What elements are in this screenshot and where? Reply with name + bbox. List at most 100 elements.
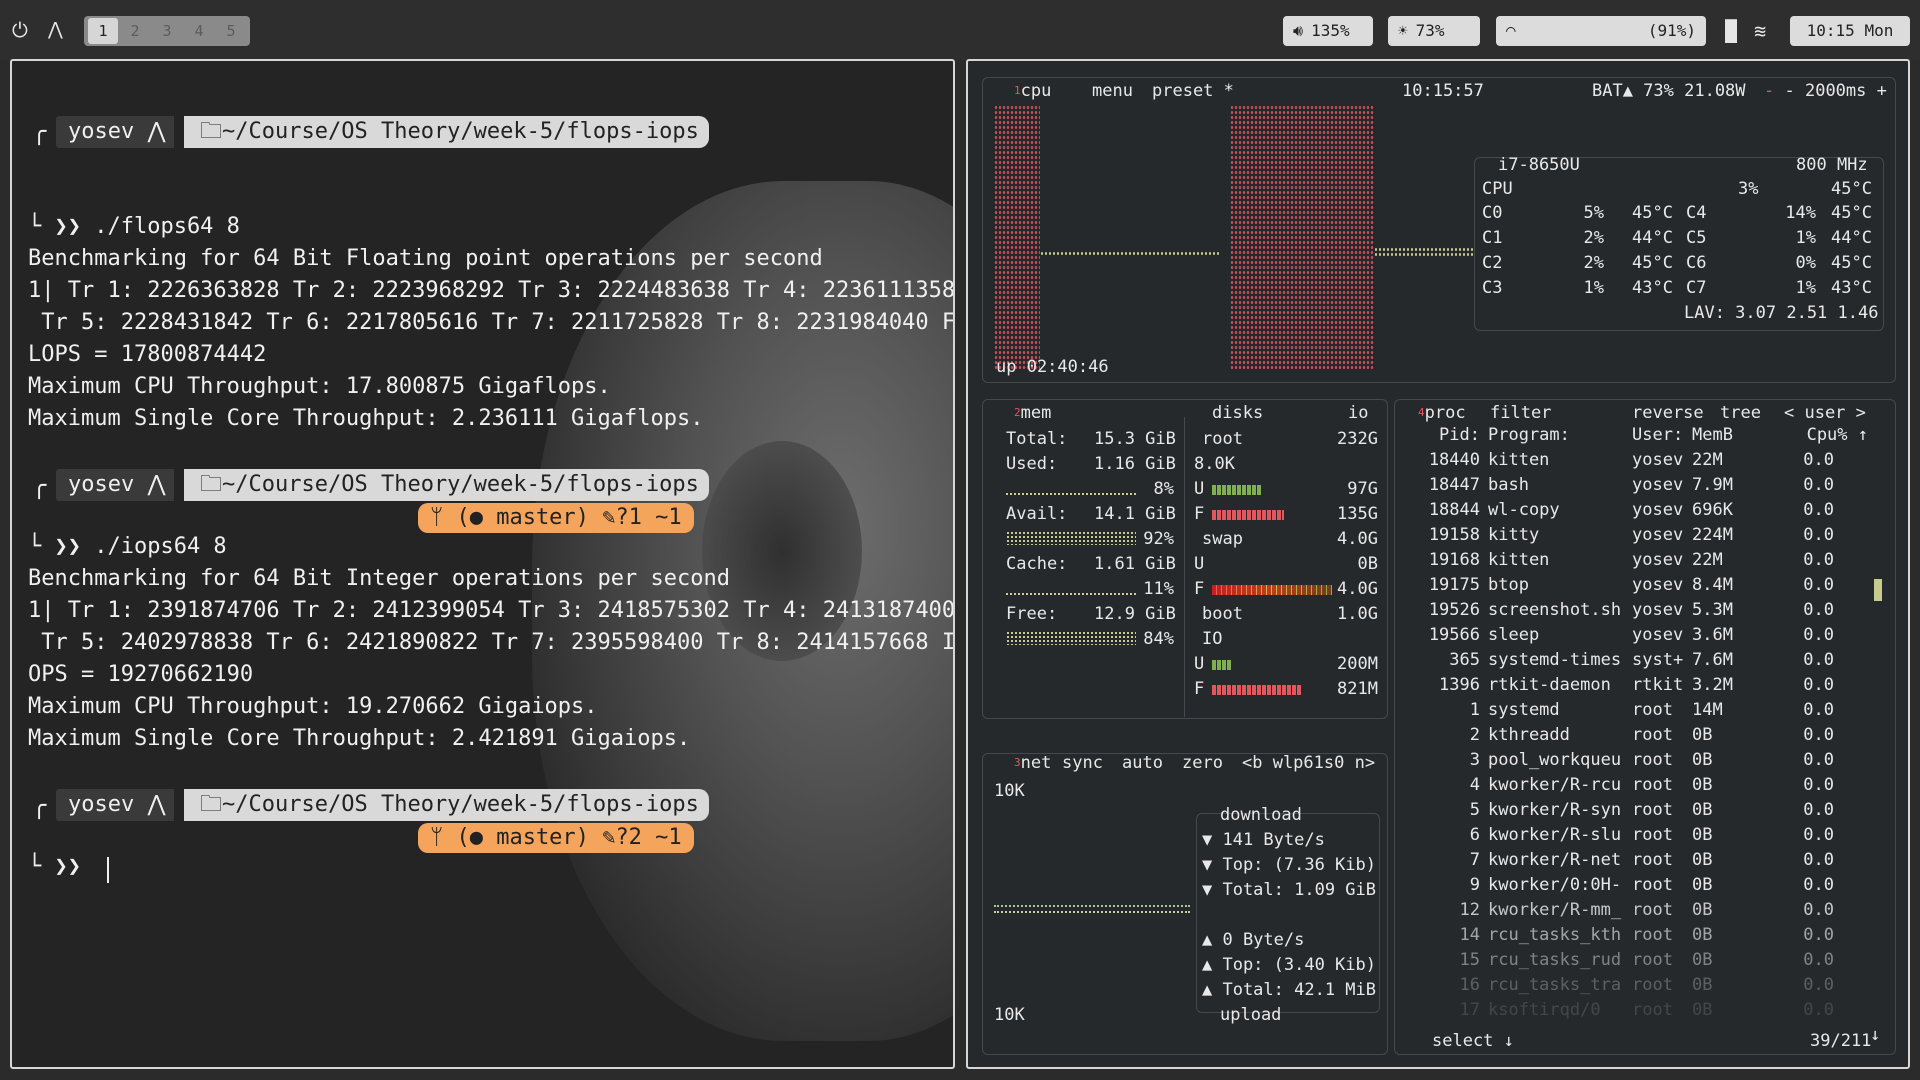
process-row[interactable]: 17 ksoftirqd/0 root 0B 0.0 bbox=[1428, 998, 1868, 1023]
arch-logo-icon: ⋀ bbox=[147, 119, 166, 144]
col-program[interactable]: Program: bbox=[1480, 423, 1632, 448]
net-sync-toggle[interactable]: sync bbox=[1062, 753, 1103, 773]
wifi-widget[interactable]: ◠ (91%) bbox=[1496, 16, 1706, 46]
disks-title[interactable]: disks bbox=[1212, 403, 1263, 423]
process-row[interactable]: 6 kworker/R-slu root 0B 0.0 bbox=[1428, 823, 1868, 848]
scroll-down-icon[interactable]: ↓ bbox=[1870, 1025, 1880, 1045]
output-line: Benchmarking for 64 Bit Floating point o… bbox=[28, 246, 823, 271]
mem-box-title[interactable]: 2mem bbox=[1014, 403, 1051, 423]
process-memory: 0B bbox=[1692, 750, 1713, 770]
cpu-preset-button[interactable]: preset * bbox=[1152, 81, 1234, 101]
cpu-core-label: C4 bbox=[1686, 203, 1707, 223]
cpu-core-temp: 45°C bbox=[1831, 253, 1872, 273]
process-memory: 7.6M bbox=[1692, 650, 1733, 670]
mem-total-label: Total: bbox=[1006, 429, 1068, 449]
process-row[interactable]: 16 rcu_tasks_tra root 0B 0.0 bbox=[1428, 973, 1868, 998]
mem-used-meter bbox=[1006, 481, 1136, 495]
bar-chart-icon[interactable]: ▐▌ bbox=[1719, 19, 1743, 43]
prompt-path: 🗀︎~/Course/OS Theory/week-5/flops-iops bbox=[184, 469, 709, 501]
mem-avail-value: 14.1 GiB bbox=[1094, 504, 1176, 524]
proc-tree-toggle[interactable]: tree bbox=[1720, 403, 1761, 423]
prompt-path: 🗀︎~/Course/OS Theory/week-5/flops-iops bbox=[184, 789, 709, 821]
workspace-5[interactable]: 5 bbox=[216, 18, 246, 44]
proc-scrollbar-thumb[interactable] bbox=[1874, 579, 1882, 601]
wifi-icon: ◠ bbox=[1506, 21, 1516, 40]
process-row[interactable]: 12 kworker/R-mm_ root 0B 0.0 bbox=[1428, 898, 1868, 923]
git-status-badge: ᛘ (● master) ✎?2 ~1 bbox=[418, 823, 694, 853]
clock[interactable]: 10:15 Mon bbox=[1790, 16, 1910, 46]
io-toggle[interactable]: io bbox=[1348, 403, 1368, 423]
cpu-box-title[interactable]: 1cpu bbox=[1014, 81, 1051, 101]
workspace-3[interactable]: 3 bbox=[152, 18, 182, 44]
btop-window[interactable]: 1cpu menu preset * 10:15:57 BAT▲ 73% 21.… bbox=[966, 59, 1910, 1069]
process-memory: 0B bbox=[1692, 900, 1713, 920]
process-row[interactable]: 19158 kitty yosev 224M 0.0 bbox=[1428, 523, 1868, 548]
process-pid: 3 bbox=[1469, 750, 1480, 770]
process-program: rtkit-daemon bbox=[1488, 675, 1611, 695]
prompt-user: yosev ⋀ bbox=[56, 116, 174, 148]
proc-sort-selector[interactable]: < user > bbox=[1784, 403, 1866, 423]
proc-select-hint[interactable]: select ↓ bbox=[1432, 1031, 1514, 1051]
update-interval[interactable]: - - 2000ms + bbox=[1764, 81, 1887, 101]
mem-cache-pct: 11% bbox=[1143, 579, 1174, 599]
process-row[interactable]: 9 kworker/0:0H-root 0B 0.0 bbox=[1428, 873, 1868, 898]
mem-used-label: Used: bbox=[1006, 454, 1058, 474]
process-user: yosev bbox=[1632, 600, 1684, 620]
net-interface-selector[interactable]: <b wlp61s0 n> bbox=[1242, 753, 1375, 773]
power-icon[interactable]: ⏻ bbox=[12, 18, 28, 42]
disk-swap-used: 0B bbox=[1357, 554, 1378, 574]
process-row[interactable]: 4 kworker/R-rcu root 0B 0.0 bbox=[1428, 773, 1868, 798]
process-pid: 19168 bbox=[1428, 550, 1480, 570]
workspace-1[interactable]: 1 bbox=[88, 18, 118, 44]
process-program: rcu_tasks_tra bbox=[1488, 975, 1622, 995]
process-cpu: 0.0 bbox=[1803, 600, 1834, 620]
process-row[interactable]: 7 kworker/R-net root 0B 0.0 bbox=[1428, 848, 1868, 873]
mem-avail-label: Avail: bbox=[1006, 504, 1068, 524]
arch-logo-icon[interactable]: ⋀ bbox=[48, 18, 63, 42]
process-row[interactable]: 19526 screenshot.sh yosev 5.3M 0.0 bbox=[1428, 598, 1868, 623]
process-row[interactable]: 1396 rtkit-daemon rtkit 3.2M 0.0 bbox=[1428, 673, 1868, 698]
terminal-window[interactable]: ╭ yosev ⋀ 🗀︎~/Course/OS Theory/week-5/fl… bbox=[10, 59, 955, 1069]
process-row[interactable]: 2 kthreadd root 0B 0.0 bbox=[1428, 723, 1868, 748]
process-row[interactable]: 19175 btop yosev 8.4M 0.0 bbox=[1428, 573, 1868, 598]
workspace-2[interactable]: 2 bbox=[120, 18, 150, 44]
process-row[interactable]: 1 systemd root 14M 0.0 bbox=[1428, 698, 1868, 723]
col-memory[interactable]: MemB bbox=[1692, 423, 1762, 448]
proc-filter-button[interactable]: filter bbox=[1490, 403, 1551, 423]
process-program: kitten bbox=[1488, 450, 1550, 470]
process-row[interactable]: 15 rcu_tasks_rud root 0B 0.0 bbox=[1428, 948, 1868, 973]
proc-box-title[interactable]: 4proc bbox=[1418, 403, 1466, 423]
proc-reverse-toggle[interactable]: reverse bbox=[1632, 403, 1704, 423]
process-row[interactable]: 365 systemd-times syst+ 7.6M 0.0 bbox=[1428, 648, 1868, 673]
process-row[interactable]: 14 rcu_tasks_kth root 0B 0.0 bbox=[1428, 923, 1868, 948]
net-auto-toggle[interactable]: auto bbox=[1122, 753, 1163, 773]
process-row[interactable]: 18447 bash yosev 7.9M 0.0 bbox=[1428, 473, 1868, 498]
command-line-input[interactable]: └ ❯❯ bbox=[28, 851, 94, 883]
workspace-4[interactable]: 4 bbox=[184, 18, 214, 44]
process-row[interactable]: 5 kworker/R-syn root 0B 0.0 bbox=[1428, 798, 1868, 823]
net-zero-toggle[interactable]: zero bbox=[1182, 753, 1223, 773]
process-program: systemd-times bbox=[1488, 650, 1622, 670]
brightness-widget[interactable]: ☀ 73% bbox=[1388, 16, 1480, 46]
col-cpu[interactable]: Cpu% ↑ bbox=[1762, 423, 1868, 448]
cpu-core-label: C3 bbox=[1482, 278, 1503, 298]
disk-root-used-meter bbox=[1212, 485, 1262, 495]
net-box-title[interactable]: 3net bbox=[1014, 753, 1051, 773]
process-pid: 7 bbox=[1469, 850, 1480, 870]
layers-icon[interactable]: ≋ bbox=[1754, 19, 1766, 43]
volume-text: 135% bbox=[1311, 21, 1350, 40]
process-row[interactable]: 19566 sleep yosev 3.6M 0.0 bbox=[1428, 623, 1868, 648]
col-user[interactable]: User: bbox=[1632, 423, 1692, 448]
process-cpu: 0.0 bbox=[1803, 500, 1834, 520]
col-pid[interactable]: Pid: bbox=[1428, 423, 1480, 448]
volume-widget[interactable]: 🔊︎ 135% bbox=[1283, 16, 1373, 46]
process-row[interactable]: 18844 wl-copy yosev 696K 0.0 bbox=[1428, 498, 1868, 523]
process-row[interactable]: 18440 kitten yosev 22M 0.0 bbox=[1428, 448, 1868, 473]
cpu-menu-button[interactable]: menu bbox=[1092, 81, 1133, 101]
process-pid: 14 bbox=[1459, 925, 1480, 945]
edit-icon: ✎ bbox=[602, 825, 616, 850]
cpu-core-pct: 14% bbox=[1785, 203, 1816, 223]
interval-decrease-button[interactable]: - bbox=[1764, 81, 1774, 101]
process-row[interactable]: 19168 kitten yosev 22M 0.0 bbox=[1428, 548, 1868, 573]
process-row[interactable]: 3 pool_workqueu root 0B 0.0 bbox=[1428, 748, 1868, 773]
